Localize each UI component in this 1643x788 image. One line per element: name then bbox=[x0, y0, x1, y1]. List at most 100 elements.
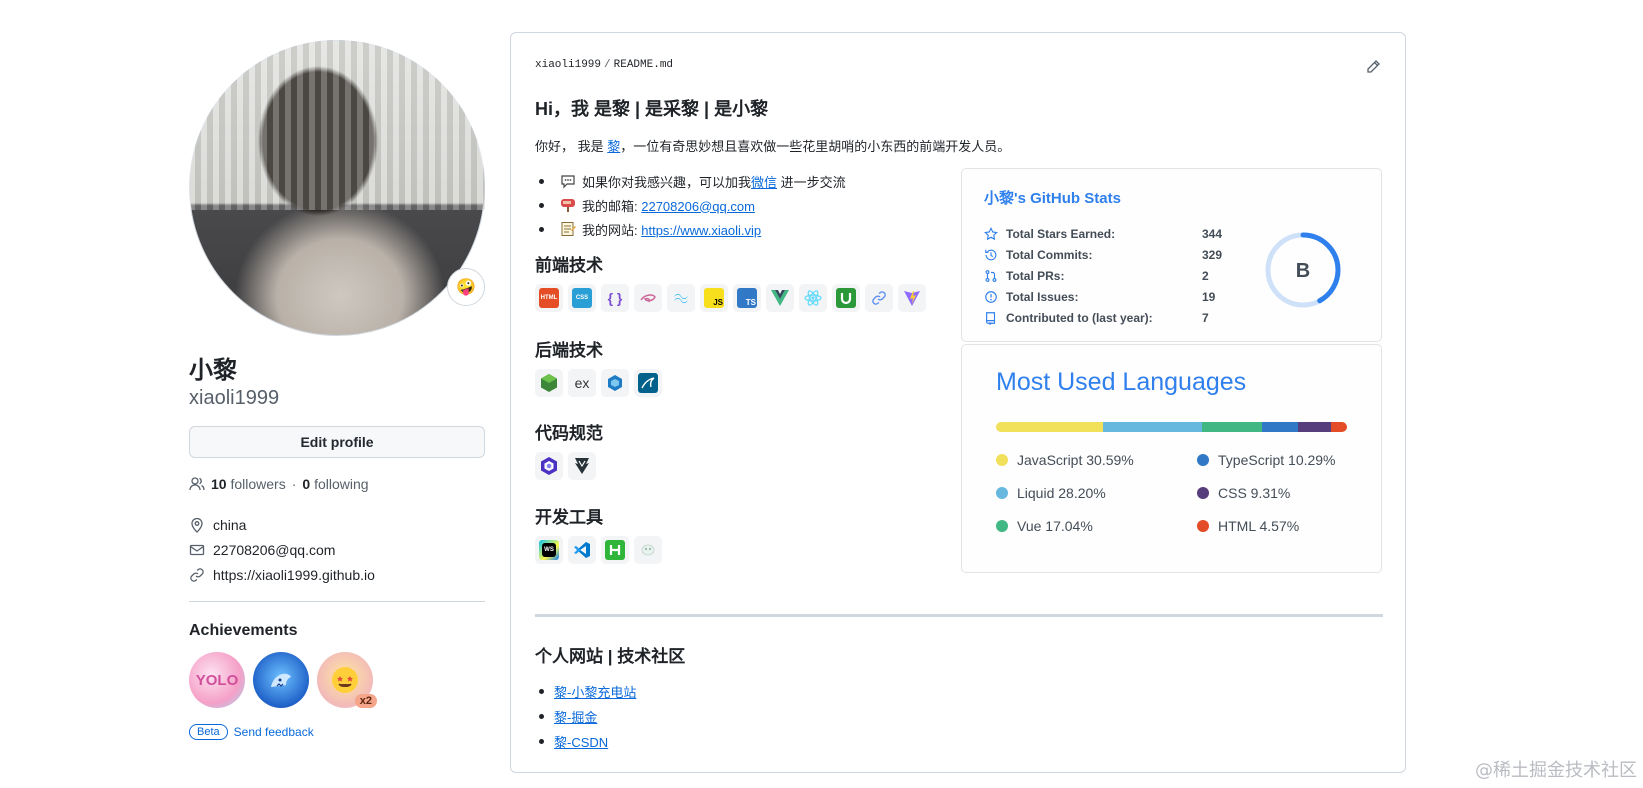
community-link[interactable]: 黎-小黎充电站 bbox=[554, 682, 636, 701]
sidebar-divider bbox=[189, 601, 485, 602]
readme-card: xiaoli1999/README.md Hi，我 是黎 | 是采黎 | 是小黎… bbox=[510, 32, 1406, 773]
profile-name: 小黎 bbox=[189, 357, 237, 384]
language-color-dot bbox=[1197, 487, 1209, 499]
link-icon bbox=[190, 567, 204, 582]
language-bar-segment bbox=[1103, 422, 1203, 432]
section-lint-heading: 代码规范 bbox=[535, 424, 603, 443]
issue-icon bbox=[985, 291, 997, 303]
crumb-user-link[interactable]: xiaoli1999 bbox=[535, 59, 601, 71]
section-tools-heading: 开发工具 bbox=[535, 508, 603, 527]
hbuilder-icon[interactable] bbox=[601, 536, 629, 564]
language-progress-bar bbox=[996, 422, 1347, 432]
speech-bubble-icon bbox=[561, 175, 575, 189]
beta-label: Beta bbox=[189, 724, 228, 740]
followers-link[interactable]: 10 followers bbox=[211, 476, 286, 492]
following-link[interactable]: 0 following bbox=[302, 476, 368, 492]
express-icon[interactable]: ex bbox=[568, 369, 596, 397]
sass-icon[interactable] bbox=[634, 284, 662, 312]
email-row[interactable]: 22708206@qq.com bbox=[189, 537, 485, 562]
readme-email-link[interactable]: 22708206@qq.com bbox=[641, 199, 755, 214]
stat-row-stars: Total Stars Earned: 344 bbox=[984, 227, 1222, 241]
readme-title: Hi，我 是黎 | 是采黎 | 是小黎 bbox=[535, 99, 769, 119]
rank-grade: B bbox=[1296, 260, 1310, 282]
mailbox-icon bbox=[561, 199, 575, 212]
section-community-heading: 个人网站 | 技术社区 bbox=[535, 647, 686, 666]
community-link[interactable]: 黎-CSDN bbox=[554, 732, 608, 751]
language-legend-item: HTML 4.57% bbox=[1197, 518, 1299, 534]
people-icon bbox=[189, 477, 205, 491]
eslint-icon[interactable] bbox=[535, 452, 563, 480]
stat-row-commits: Total Commits: 329 bbox=[984, 248, 1222, 262]
avatar[interactable] bbox=[189, 40, 485, 336]
edit-readme-pencil-icon[interactable] bbox=[1365, 59, 1381, 80]
vscode-icon[interactable] bbox=[568, 536, 596, 564]
repo-icon bbox=[986, 312, 996, 325]
language-bar-segment bbox=[1298, 422, 1331, 432]
location-icon bbox=[191, 517, 203, 533]
list-item: 我的网站: https://www.xiaoli.vip bbox=[535, 217, 846, 241]
section-frontend-heading: 前端技术 bbox=[535, 256, 603, 275]
nodejs-icon[interactable] bbox=[535, 369, 563, 397]
stat-row-prs: Total PRs: 2 bbox=[984, 269, 1209, 283]
location-row: china bbox=[189, 512, 485, 537]
json-icon[interactable]: { } bbox=[601, 284, 629, 312]
language-color-dot bbox=[1197, 454, 1209, 466]
memo-icon bbox=[561, 222, 576, 236]
community-link-list: 黎-小黎充电站 黎-掘金 黎-CSDN bbox=[535, 679, 636, 754]
status-emoji-button[interactable]: 🤪 bbox=[447, 268, 485, 306]
chain-link-icon[interactable] bbox=[865, 284, 893, 312]
language-legend-label: HTML 4.57% bbox=[1218, 518, 1300, 534]
cube-icon[interactable] bbox=[601, 369, 629, 397]
language-color-dot bbox=[996, 487, 1008, 499]
language-color-dot bbox=[996, 454, 1008, 466]
stat-row-contributed: Contributed to (last year): 7 bbox=[984, 311, 1209, 325]
lint-skill-icons bbox=[535, 452, 596, 480]
typescript-icon[interactable]: TS bbox=[733, 284, 761, 312]
vue-icon[interactable] bbox=[766, 284, 794, 312]
language-bar-segment bbox=[1262, 422, 1299, 432]
list-item: 如果你对我感兴趣，可以加我微信 进一步交流 bbox=[535, 169, 846, 193]
starstruck-badge[interactable]: x2 bbox=[317, 652, 377, 708]
tailwind-icon[interactable] bbox=[667, 284, 695, 312]
wechat-devtools-icon[interactable] bbox=[634, 536, 662, 564]
top-languages-card[interactable]: Most Used Languages JavaScript 30.59% Liq… bbox=[961, 344, 1382, 573]
stylelint-icon[interactable] bbox=[568, 452, 596, 480]
react-icon[interactable] bbox=[799, 284, 827, 312]
achievements-heading: Achievements bbox=[189, 622, 298, 639]
profile-details: china 22708206@qq.com https://xiaoli1999… bbox=[189, 512, 485, 587]
shark-icon bbox=[271, 673, 291, 687]
html-icon[interactable]: HTML bbox=[535, 284, 563, 312]
intro-name-link[interactable]: 黎 bbox=[607, 139, 620, 154]
readme-website-link[interactable]: https://www.xiaoli.vip bbox=[641, 223, 761, 238]
watermark: @稀土掘金技术社区 bbox=[1475, 760, 1637, 781]
github-stats-card[interactable]: 小黎's GitHub Stats Total Stars Earned: 344… bbox=[961, 168, 1382, 342]
readme-breadcrumb: xiaoli1999/README.md bbox=[535, 59, 674, 71]
yolo-badge[interactable]: YOLO bbox=[189, 652, 245, 708]
language-legend-item: Vue 17.04% bbox=[996, 518, 1093, 534]
edit-profile-button[interactable]: Edit profile bbox=[189, 426, 485, 458]
tools-skill-icons: WS bbox=[535, 536, 662, 564]
vite-icon[interactable] bbox=[898, 284, 926, 312]
webstorm-icon[interactable]: WS bbox=[535, 536, 563, 564]
mysql-icon[interactable] bbox=[634, 369, 662, 397]
uniapp-icon[interactable] bbox=[832, 284, 860, 312]
backend-skill-icons: ex bbox=[535, 369, 662, 397]
wechat-link[interactable]: 微信 bbox=[751, 175, 777, 190]
send-feedback-link[interactable]: Send feedback bbox=[234, 725, 314, 739]
website-row[interactable]: https://xiaoli1999.github.io bbox=[189, 562, 485, 587]
language-color-dot bbox=[1197, 520, 1209, 532]
list-item: 黎-小黎充电站 bbox=[535, 679, 636, 704]
community-link[interactable]: 黎-掘金 bbox=[554, 707, 597, 726]
languages-title: Most Used Languages bbox=[996, 368, 1247, 396]
language-legend-item: TypeScript 10.29% bbox=[1197, 452, 1336, 468]
mail-icon bbox=[189, 544, 205, 555]
language-legend-label: JavaScript 30.59% bbox=[1017, 452, 1134, 468]
css-icon[interactable]: CSS bbox=[568, 284, 596, 312]
contact-list: 如果你对我感兴趣，可以加我微信 进一步交流 我的邮箱: 22708206@qq.… bbox=[535, 169, 846, 241]
badge-multiplier: x2 bbox=[354, 694, 377, 708]
pull-shark-badge[interactable] bbox=[253, 652, 309, 708]
readme-divider bbox=[535, 614, 1383, 617]
javascript-icon[interactable]: JS bbox=[700, 284, 728, 312]
crumb-file-link[interactable]: README.md bbox=[614, 59, 673, 71]
language-legend-label: CSS 9.31% bbox=[1218, 485, 1291, 501]
